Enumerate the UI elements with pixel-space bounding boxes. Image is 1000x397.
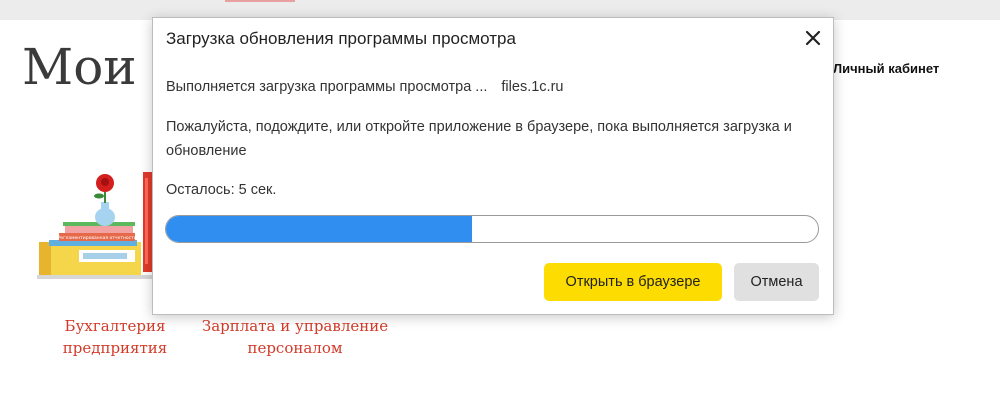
instruction-text: Пожалуйста, подождите, или откройте прил… (166, 119, 792, 159)
account-link[interactable]: Личный кабинет (833, 61, 939, 76)
pink-book (65, 226, 133, 233)
rose-center (101, 178, 109, 186)
time-remaining: Осталось: 5 сек. (166, 182, 277, 198)
close-icon[interactable] (803, 28, 823, 48)
product-accounting[interactable]: Бухгалтерия предприятия (40, 315, 190, 359)
cancel-button[interactable]: Отмена (734, 263, 819, 301)
download-host: files.1c.ru (501, 79, 564, 95)
download-status: Выполняется загрузка программы просмотра… (166, 75, 563, 99)
progress-bar (165, 215, 819, 243)
rose-leaf (94, 193, 104, 199)
top-bar-accent (225, 0, 295, 2)
product-payroll[interactable]: Зарплата и управление персоналом (195, 315, 395, 359)
binder-label-stripe (83, 253, 127, 259)
open-in-browser-button[interactable]: Открыть в браузере (544, 263, 722, 301)
book-label: Регламентированная отчетность (58, 235, 137, 241)
download-status-text: Выполняется загрузка программы просмотра… (166, 79, 488, 95)
progress-fill (166, 216, 473, 242)
dialog-title: Загрузка обновления программы просмотра (166, 29, 516, 48)
shelf (37, 275, 155, 279)
red-binder-highlight (145, 178, 148, 264)
vase-neck (101, 202, 109, 212)
update-dialog: Загрузка обновления программы просмотра … (152, 17, 834, 315)
yellow-binder-spine (39, 242, 51, 275)
